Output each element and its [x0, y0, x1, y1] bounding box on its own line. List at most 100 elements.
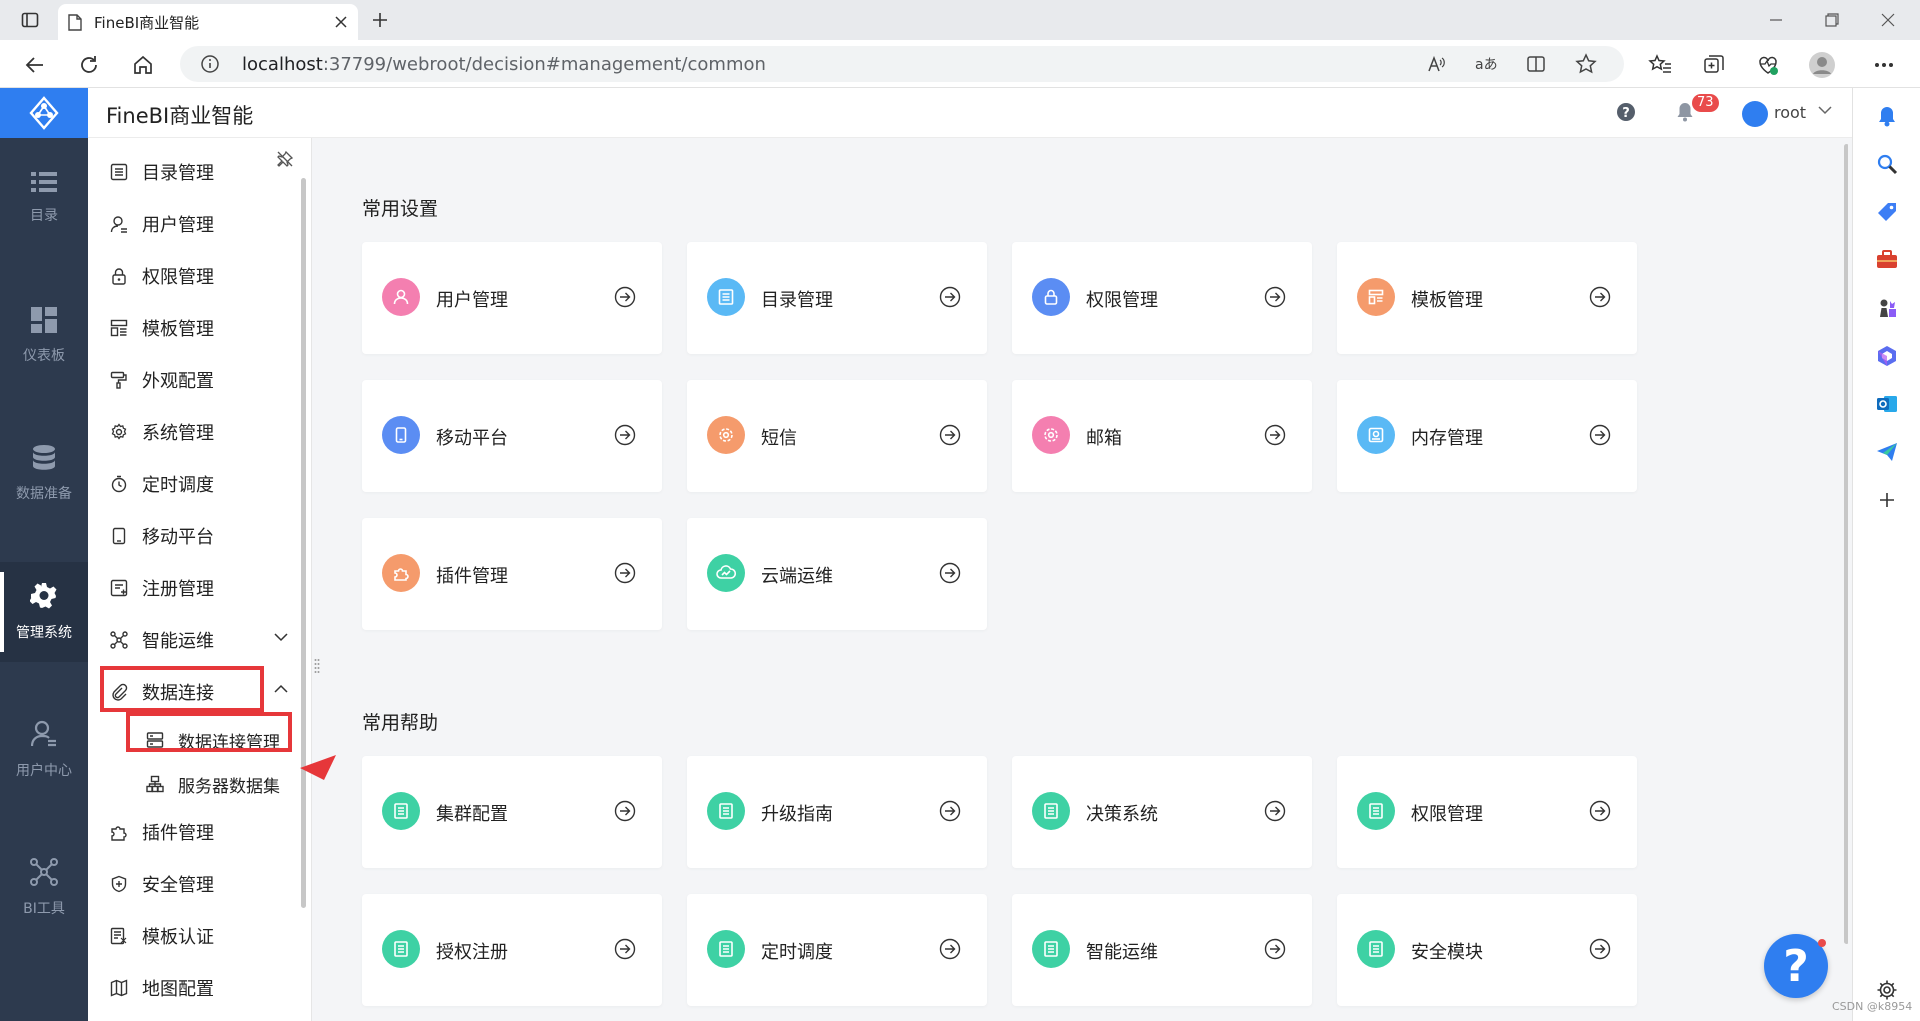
- copilot-icon[interactable]: [1871, 340, 1903, 372]
- arrow-right-circle-icon[interactable]: [1589, 800, 1611, 822]
- menu-item-schedule[interactable]: 定时调度: [108, 464, 288, 504]
- menu-item-appearance[interactable]: 外观配置: [108, 360, 288, 400]
- arrow-right-circle-icon[interactable]: [614, 286, 636, 308]
- favorites-list-icon[interactable]: [1644, 49, 1676, 81]
- finebi-logo[interactable]: [0, 88, 88, 138]
- shortcut-card[interactable]: 短信: [687, 380, 987, 492]
- chevron-up-icon[interactable]: [274, 684, 288, 694]
- menu-item-catalog[interactable]: 目录管理: [108, 152, 288, 192]
- menu-item-smart-ops[interactable]: 智能运维: [108, 620, 288, 660]
- browser-tab[interactable]: FineBI商业智能: [58, 4, 358, 40]
- info-icon[interactable]: [200, 54, 220, 74]
- arrow-right-circle-icon[interactable]: [939, 938, 961, 960]
- shortcut-card[interactable]: 安全模块: [1337, 894, 1637, 1006]
- shortcut-card[interactable]: 定时调度: [687, 894, 987, 1006]
- translate-icon[interactable]: aあ: [1472, 50, 1500, 78]
- arrow-right-circle-icon[interactable]: [1589, 286, 1611, 308]
- rail-item-data-prep[interactable]: 数据准备: [0, 424, 88, 524]
- close-window-icon[interactable]: [1868, 6, 1908, 34]
- main-scrollbar[interactable]: [1844, 144, 1848, 944]
- rail-item-dashboard[interactable]: 仪表板: [0, 286, 88, 386]
- user-avatar[interactable]: [1742, 101, 1768, 127]
- menu-item-map-config[interactable]: 地图配置: [108, 968, 288, 1008]
- tools-briefcase-icon[interactable]: [1871, 244, 1903, 276]
- shortcut-card[interactable]: 权限管理: [1337, 756, 1637, 868]
- shortcut-card[interactable]: 集群配置: [362, 756, 662, 868]
- shortcut-card[interactable]: 云端运维: [687, 518, 987, 630]
- tab-actions-icon[interactable]: [16, 6, 44, 34]
- page-icon: [68, 13, 82, 31]
- restore-icon[interactable]: [1812, 6, 1852, 34]
- menu-item-plugins[interactable]: 插件管理: [108, 812, 288, 852]
- home-icon[interactable]: [128, 50, 158, 80]
- menu-item-system[interactable]: 系统管理: [108, 412, 288, 452]
- arrow-right-circle-icon[interactable]: [1264, 938, 1286, 960]
- menu-label: 移动平台: [142, 527, 214, 548]
- read-aloud-icon[interactable]: [1422, 50, 1450, 78]
- add-icon[interactable]: [1871, 484, 1903, 516]
- browser-essentials-icon[interactable]: [1752, 49, 1784, 81]
- split-screen-icon[interactable]: [1522, 50, 1550, 78]
- menu-item-mobile[interactable]: 移动平台: [108, 516, 288, 556]
- shortcut-card[interactable]: 目录管理: [687, 242, 987, 354]
- username[interactable]: root: [1774, 103, 1806, 122]
- chevron-down-icon[interactable]: [274, 632, 288, 642]
- notification-bell-icon[interactable]: [1871, 100, 1903, 132]
- url-field[interactable]: localhost:37799/webroot/decision#managem…: [180, 46, 1624, 82]
- menu-item-template-cert[interactable]: 模板认证: [108, 916, 288, 956]
- arrow-right-circle-icon[interactable]: [1589, 938, 1611, 960]
- arrow-right-circle-icon[interactable]: [1589, 424, 1611, 446]
- arrow-right-circle-icon[interactable]: [614, 800, 636, 822]
- rail-item-management[interactable]: 管理系统: [0, 562, 88, 662]
- profile-avatar-icon[interactable]: [1806, 49, 1838, 81]
- shortcut-card[interactable]: 权限管理: [1012, 242, 1312, 354]
- shortcut-card[interactable]: 升级指南: [687, 756, 987, 868]
- menu-item-users[interactable]: 用户管理: [108, 204, 288, 244]
- shortcut-card[interactable]: 智能运维: [1012, 894, 1312, 1006]
- arrow-right-circle-icon[interactable]: [939, 286, 961, 308]
- shortcut-card[interactable]: 插件管理: [362, 518, 662, 630]
- menu-item-registration[interactable]: 注册管理: [108, 568, 288, 608]
- menu-item-security[interactable]: 安全管理: [108, 864, 288, 904]
- favorite-star-icon[interactable]: [1572, 50, 1600, 78]
- arrow-right-circle-icon[interactable]: [614, 938, 636, 960]
- new-tab-icon[interactable]: [366, 6, 394, 34]
- minimize-icon[interactable]: [1756, 6, 1796, 34]
- menu-item-server-dataset[interactable]: 服务器数据集: [144, 764, 311, 804]
- arrow-right-circle-icon[interactable]: [1264, 424, 1286, 446]
- shortcut-card[interactable]: 模板管理: [1337, 242, 1637, 354]
- arrow-right-circle-icon[interactable]: [1264, 286, 1286, 308]
- games-chess-icon[interactable]: [1871, 292, 1903, 324]
- rail-item-bi-tools[interactable]: BI工具: [0, 838, 88, 938]
- close-tab-icon[interactable]: [334, 15, 348, 29]
- chevron-down-icon[interactable]: [1818, 105, 1832, 115]
- arrow-right-circle-icon[interactable]: [1264, 800, 1286, 822]
- shortcut-card[interactable]: 用户管理: [362, 242, 662, 354]
- arrow-right-circle-icon[interactable]: [939, 424, 961, 446]
- outlook-icon[interactable]: [1871, 388, 1903, 420]
- doc-icon: [1357, 792, 1395, 830]
- arrow-right-circle-icon[interactable]: [939, 800, 961, 822]
- help-icon[interactable]: ?: [1616, 102, 1636, 122]
- rail-item-user-center[interactable]: 用户中心: [0, 700, 88, 800]
- arrow-right-circle-icon[interactable]: [939, 562, 961, 584]
- menu-item-templates[interactable]: 模板管理: [108, 308, 288, 348]
- collections-icon[interactable]: [1698, 49, 1730, 81]
- shortcut-card[interactable]: 决策系统: [1012, 756, 1312, 868]
- catalog-icon: [108, 161, 130, 183]
- send-paper-plane-icon[interactable]: [1871, 436, 1903, 468]
- shortcut-card[interactable]: 内存管理: [1337, 380, 1637, 492]
- arrow-right-circle-icon[interactable]: [614, 424, 636, 446]
- search-icon[interactable]: [1871, 148, 1903, 180]
- arrow-right-circle-icon[interactable]: [614, 562, 636, 584]
- menu-item-permissions[interactable]: 权限管理: [108, 256, 288, 296]
- rail-item-catalog[interactable]: 目录: [0, 148, 88, 248]
- shortcut-card[interactable]: 移动平台: [362, 380, 662, 492]
- shortcut-card[interactable]: 邮箱: [1012, 380, 1312, 492]
- shortcut-card[interactable]: 授权注册: [362, 894, 662, 1006]
- shopping-tag-icon[interactable]: [1871, 196, 1903, 228]
- back-icon[interactable]: [20, 50, 50, 80]
- more-menu-icon[interactable]: [1868, 49, 1900, 81]
- lock-icon: [108, 265, 130, 287]
- refresh-icon[interactable]: [74, 50, 104, 80]
